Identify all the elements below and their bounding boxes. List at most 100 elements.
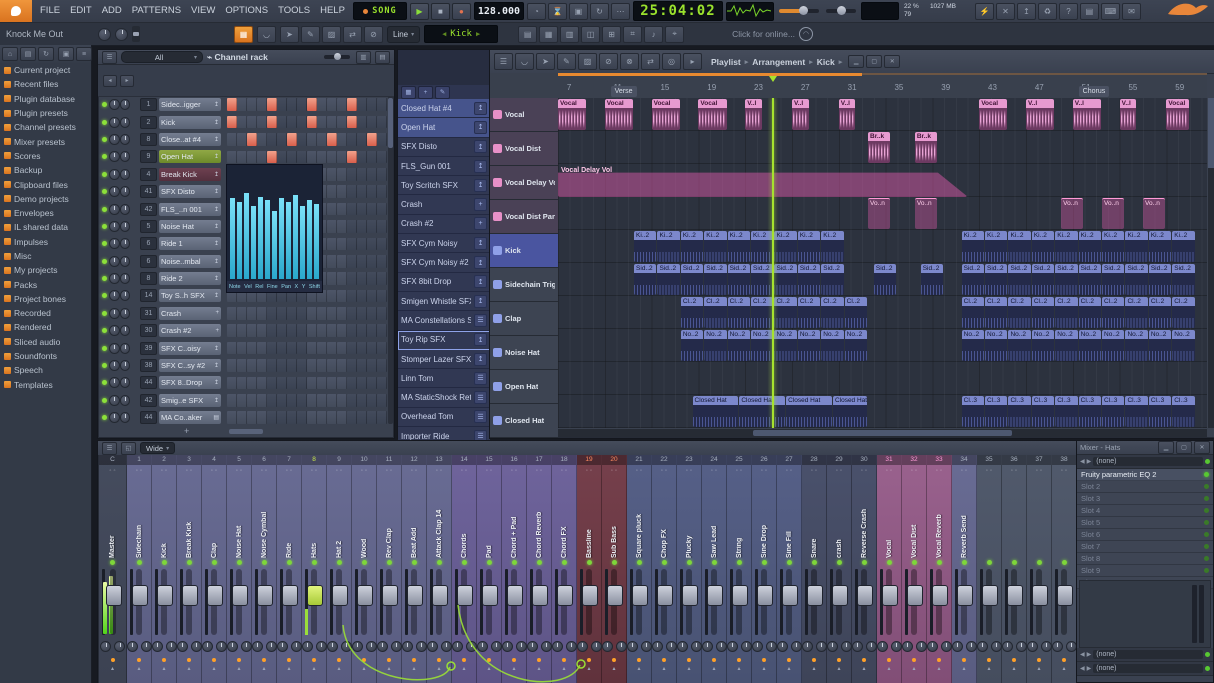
fx-icon[interactable]: ◦ bbox=[590, 468, 592, 474]
picker-item-icon[interactable]: ↥ bbox=[474, 256, 487, 270]
step-cell[interactable] bbox=[357, 341, 367, 355]
channel-mixer-target[interactable]: 39 bbox=[140, 341, 157, 355]
slot-enable-led[interactable] bbox=[1204, 472, 1209, 477]
step-cell[interactable] bbox=[307, 115, 317, 129]
step-cell[interactable] bbox=[367, 307, 377, 320]
mixer-strip-name[interactable]: Attack Clap 14 bbox=[436, 476, 443, 558]
fx-icon[interactable]: ◦ bbox=[465, 468, 467, 474]
menu-view[interactable]: VIEW bbox=[186, 0, 220, 22]
step-cell[interactable] bbox=[327, 115, 337, 129]
step-cell[interactable] bbox=[327, 411, 337, 425]
step-cell[interactable] bbox=[227, 411, 237, 425]
stereo-knob[interactable] bbox=[665, 640, 677, 652]
pattern-selector[interactable]: ◀ Kick ▶ bbox=[424, 25, 499, 43]
route-icon[interactable]: ◦ bbox=[1036, 468, 1038, 474]
clip-vo-n[interactable]: Vo..n bbox=[1143, 198, 1166, 229]
picker-grid-icon[interactable]: ▦ bbox=[401, 85, 416, 99]
stereo-knob[interactable] bbox=[540, 640, 552, 652]
pan-knob[interactable] bbox=[901, 640, 913, 652]
preset-next-icon[interactable]: ▶ bbox=[1087, 665, 1092, 672]
mixer-enable-led[interactable] bbox=[936, 560, 942, 565]
channel-mixer-target[interactable]: 1 bbox=[140, 98, 157, 112]
step-cell[interactable] bbox=[287, 376, 297, 390]
mixer-strip-square-pluck[interactable]: 21 ◦ ◦ Square pluck ▴ bbox=[626, 455, 652, 683]
picker-item-icon[interactable]: ↥ bbox=[474, 333, 487, 347]
step-cell[interactable] bbox=[277, 115, 287, 129]
route-arrow[interactable]: ▴ bbox=[887, 665, 890, 673]
mixer-fader[interactable] bbox=[1027, 567, 1051, 637]
step-cell[interactable] bbox=[377, 167, 387, 181]
step-cell[interactable] bbox=[247, 307, 257, 320]
mixer-fader[interactable] bbox=[99, 567, 126, 637]
mixer-fader[interactable] bbox=[727, 567, 751, 637]
loop-selection[interactable] bbox=[558, 73, 863, 76]
preset-prev-icon[interactable]: ◀ bbox=[1080, 458, 1085, 465]
stereo-knob[interactable] bbox=[865, 640, 877, 652]
track-header-noise-hat[interactable]: Noise Hat bbox=[490, 336, 558, 370]
step-cell[interactable] bbox=[337, 167, 347, 181]
stereo-knob[interactable] bbox=[840, 640, 852, 652]
track-header-vocal-dist-pan[interactable]: Vocal Dist Pan bbox=[490, 200, 558, 234]
fader-handle[interactable] bbox=[957, 585, 973, 606]
breadcrumb-arrangement[interactable]: Arrangement bbox=[752, 57, 805, 67]
delete-tool-icon[interactable]: ⊘ bbox=[599, 53, 618, 70]
picker-item[interactable]: Toy Rip SFX ↥ bbox=[398, 330, 490, 350]
route-arrow[interactable]: ▴ bbox=[787, 665, 790, 673]
record-arm-led[interactable] bbox=[110, 658, 115, 662]
browser-item-channel-presets[interactable]: Channel presets bbox=[0, 120, 91, 134]
record-arm-led[interactable] bbox=[162, 658, 166, 662]
clip-cl-2[interactable]: Cl..2 bbox=[1031, 297, 1055, 328]
channel-mixer-target[interactable]: 42 bbox=[140, 393, 157, 407]
mixer-enable-led[interactable] bbox=[1061, 560, 1067, 565]
rack-menu-icon[interactable]: ☰ bbox=[102, 50, 117, 64]
browser-item-scores[interactable]: Scores bbox=[0, 149, 91, 163]
menu-edit[interactable]: EDIT bbox=[65, 0, 97, 22]
channel-enable-led[interactable] bbox=[102, 328, 107, 334]
stereo-knob[interactable] bbox=[490, 640, 502, 652]
route-arrow[interactable]: ▴ bbox=[762, 665, 765, 673]
shuffle-slider[interactable] bbox=[132, 26, 140, 42]
effect-slot[interactable]: Slot 9 bbox=[1077, 565, 1213, 577]
clip-ki-2[interactable]: Ki..2 bbox=[1172, 231, 1195, 262]
record-arm-led[interactable] bbox=[437, 658, 441, 662]
step-cell[interactable] bbox=[367, 289, 377, 303]
step-cell[interactable] bbox=[267, 115, 277, 129]
fx-icon[interactable]: ◦ bbox=[740, 468, 742, 474]
clip-ki-2[interactable]: Ki..2 bbox=[774, 231, 797, 262]
stereo-knob[interactable] bbox=[740, 640, 752, 652]
clip-cl-2[interactable]: Cl..2 bbox=[774, 297, 797, 328]
clip-ki-2[interactable]: Ki..2 bbox=[704, 231, 727, 262]
online-hint[interactable]: Click for online... bbox=[732, 29, 795, 39]
mixer-strip-name[interactable]: Chop FX bbox=[661, 476, 668, 558]
fader-handle[interactable] bbox=[132, 585, 148, 606]
route-icon[interactable]: ◦ bbox=[336, 468, 338, 474]
clip-ki-2[interactable]: Ki..2 bbox=[657, 231, 680, 262]
clip-v-l[interactable]: V..l bbox=[745, 99, 762, 130]
record-arm-led[interactable] bbox=[612, 658, 616, 662]
mixer-strip-35[interactable]: 35 ◦ ◦ ▴ bbox=[976, 455, 1002, 683]
picker-item[interactable]: SFX Disto ↥ bbox=[398, 137, 490, 157]
clip-no-2[interactable]: No..2 bbox=[1031, 330, 1055, 361]
clip-br-k[interactable]: Br..k bbox=[868, 132, 891, 163]
route-arrow[interactable]: ▴ bbox=[111, 665, 114, 673]
step-cell[interactable] bbox=[377, 237, 387, 251]
picker-item-icon[interactable]: ↥ bbox=[474, 159, 487, 173]
pattern-prev-icon[interactable]: ◀ bbox=[442, 30, 446, 38]
record-arm-led[interactable] bbox=[187, 658, 191, 662]
clip-ki-2[interactable]: Ki..2 bbox=[1148, 231, 1172, 262]
step-cell[interactable] bbox=[247, 115, 257, 129]
fx-icon[interactable]: ◦ bbox=[940, 468, 942, 474]
channel-pan-knob[interactable] bbox=[109, 412, 120, 424]
channel-button[interactable]: FLS_..n 001 ↥ bbox=[159, 202, 221, 216]
stereo-knob[interactable] bbox=[265, 640, 277, 652]
mixer-enable-led[interactable] bbox=[636, 560, 642, 565]
channel-button[interactable]: SFX C..oisy ↥ bbox=[159, 341, 221, 355]
channel-enable-led[interactable] bbox=[102, 154, 107, 160]
playlist-menu-icon[interactable]: ☰ bbox=[494, 53, 513, 70]
fader-handle[interactable] bbox=[332, 585, 348, 606]
mixer-strip-name[interactable]: Square pluck bbox=[636, 476, 643, 558]
record-arm-led[interactable] bbox=[637, 658, 641, 662]
mixer-fader[interactable] bbox=[127, 567, 151, 637]
step-cell[interactable] bbox=[317, 411, 327, 425]
step-cell[interactable] bbox=[297, 307, 307, 320]
